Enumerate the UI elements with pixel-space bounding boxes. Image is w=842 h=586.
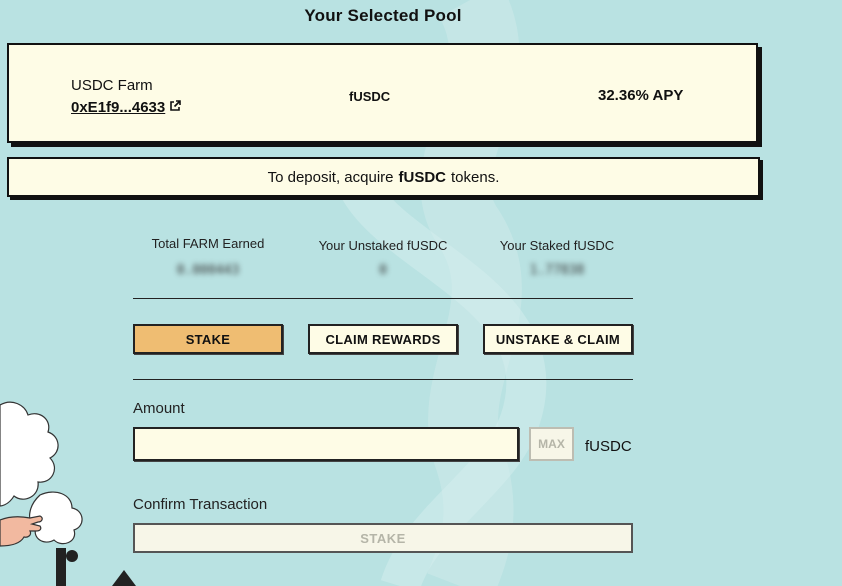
claim-rewards-button[interactable]: CLAIM REWARDS [308,324,458,354]
deposit-text-prefix: To deposit, acquire [267,168,394,186]
unstaked-value: 0 [379,263,387,278]
divider-top [133,298,633,299]
cloud-illustration [0,401,83,545]
page-title: Your Selected Pool [304,6,462,25]
amount-label: Amount [133,400,185,417]
staked-value: 1.77838 [529,263,585,278]
pool-token: fUSDC [349,89,391,104]
confirm-label: Confirm Transaction [133,496,268,513]
pool-name: USDC Farm [71,77,153,94]
max-button[interactable]: MAX [529,427,574,461]
deposit-text-suffix: tokens. [451,168,500,186]
unstaked-label: Your Unstaked fUSDC [318,238,448,253]
amount-input[interactable] [133,427,519,461]
confirm-stake-button[interactable]: STAKE [133,523,633,553]
selected-pool-card: USDC Farm 0xE1f9...4633 fUSDC 32.36% APY [7,43,758,143]
pool-address-link[interactable]: 0xE1f9...4633 [71,99,182,116]
stake-tab-button[interactable]: STAKE [133,324,283,354]
external-link-icon[interactable] [169,99,182,116]
pool-address[interactable]: 0xE1f9...4633 [71,99,165,116]
amount-unit: fUSDC [585,438,632,455]
hand-illustration [0,515,43,547]
divider-bottom [133,379,633,380]
total-farm-value: 0.000443 [176,263,240,278]
total-farm-label: Total FARM Earned [151,236,265,251]
unstake-claim-button[interactable]: UNSTAKE & CLAIM [483,324,633,354]
staked-label: Your Staked fUSDC [499,238,615,253]
machine-illustration [56,548,136,586]
deposit-banner: To deposit, acquire fUSDC tokens. [7,157,760,197]
deposit-token: fUSDC [398,168,447,186]
pool-apy: 32.36% APY [598,87,684,104]
